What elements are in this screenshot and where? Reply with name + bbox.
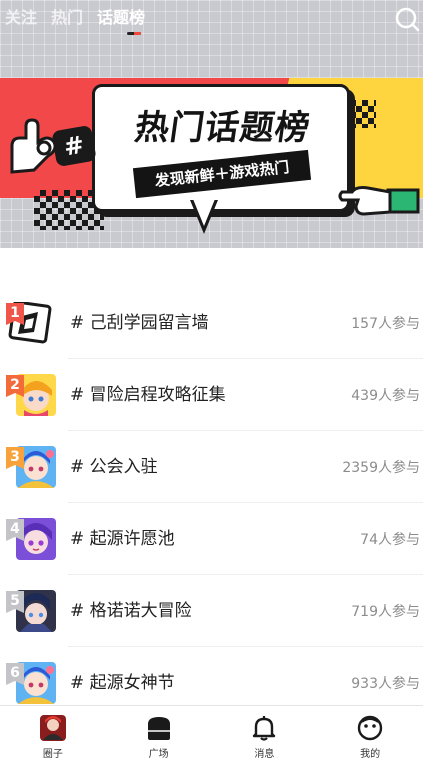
participant-count: 2359人参与	[342, 460, 420, 476]
bell-icon	[253, 716, 276, 741]
bottom-nav: 圈子 广场 消息 我的	[0, 705, 423, 760]
participant-count: 719人参与	[351, 604, 420, 620]
topic-list: 1 # 己刮学园留言墙 157人参与 2 # 冒险启程攻略征集 439人参与 3 # 公会入驻…	[0, 287, 423, 719]
search-icon[interactable]	[394, 6, 420, 32]
tab-topic-ranking[interactable]: 话题榜	[97, 6, 145, 32]
participant-count: 74人参与	[360, 532, 420, 548]
speech-tail-inner	[193, 199, 215, 226]
topic-row[interactable]: 2 # 冒险启程攻略征集 439人参与	[0, 359, 423, 431]
top-tabs: 关注 热门 话题榜	[5, 6, 145, 32]
hand-point-icon	[338, 186, 420, 216]
participant-count: 157人参与	[351, 316, 420, 332]
nav-label: 广场	[148, 749, 169, 760]
participant-count: 439人参与	[351, 388, 420, 404]
nav-circle[interactable]: 圈子	[0, 706, 106, 760]
profile-icon	[357, 715, 383, 741]
banner-title: 热门话题榜	[132, 108, 313, 148]
tab-hot[interactable]: 热门	[51, 6, 83, 32]
nav-label: 圈子	[42, 749, 63, 760]
topic-row[interactable]: 3 # 公会入驻 2359人参与	[0, 431, 423, 503]
topic-name: # 起源女神节	[70, 673, 175, 693]
active-tab-indicator	[127, 32, 141, 35]
tab-follow[interactable]: 关注	[5, 6, 37, 32]
nav-profile[interactable]: 我的	[317, 706, 423, 760]
hash-icon: #	[51, 124, 97, 168]
circle-avatar-icon	[39, 715, 66, 741]
participant-count: 933人参与	[351, 676, 420, 692]
topic-name: # 公会入驻	[70, 457, 158, 477]
topic-row[interactable]: 4 # 起源许愿池 74人参与	[0, 503, 423, 575]
nav-messages[interactable]: 消息	[212, 706, 318, 760]
square-icon	[147, 717, 170, 740]
header-banner: # 热门话题榜 发现新鲜＋游戏热门 关注 热门 话题榜	[0, 0, 423, 248]
topic-name: # 冒险启程攻略征集	[70, 385, 226, 405]
topic-row[interactable]: 1 # 己刮学园留言墙 157人参与	[0, 287, 423, 359]
nav-label: 消息	[254, 749, 275, 760]
topic-name: # 起源许愿池	[70, 529, 175, 549]
topic-name: # 己刮学园留言墙	[70, 313, 209, 333]
nav-label: 我的	[360, 749, 381, 760]
nav-square[interactable]: 广场	[106, 706, 212, 760]
topic-name: # 格诺诺大冒险	[70, 601, 192, 621]
topic-row[interactable]: 5 # 格诺诺大冒险 719人参与	[0, 575, 423, 647]
